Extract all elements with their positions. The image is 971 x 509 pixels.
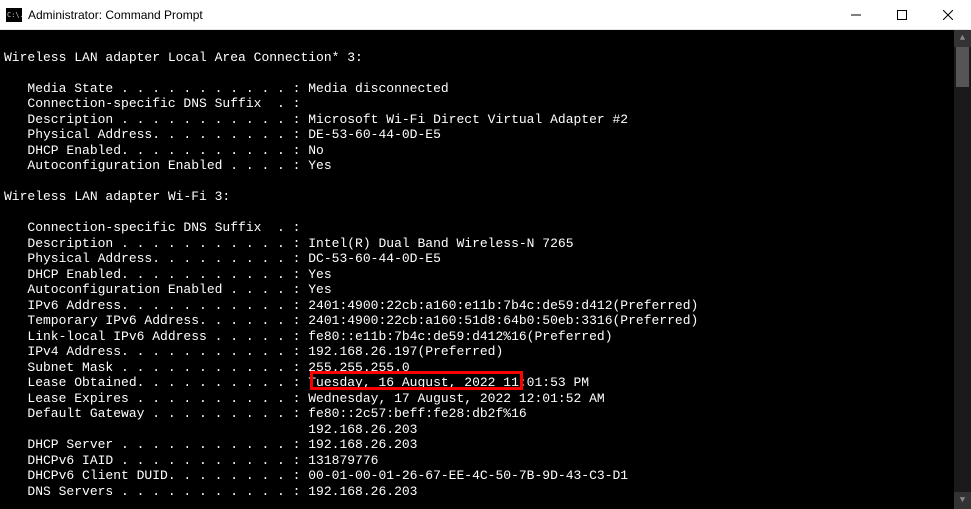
scrollbar-thumb[interactable] <box>956 47 969 87</box>
scroll-down-button[interactable]: ▼ <box>954 492 971 509</box>
vertical-scrollbar[interactable]: ▲ ▼ <box>954 30 971 509</box>
cmd-icon: C:\. <box>6 8 22 22</box>
window-controls <box>833 0 971 29</box>
close-button[interactable] <box>925 0 971 30</box>
console-output: Wireless LAN adapter Local Area Connecti… <box>0 30 971 499</box>
console-area[interactable]: Wireless LAN adapter Local Area Connecti… <box>0 30 971 509</box>
titlebar-left: C:\. Administrator: Command Prompt <box>0 8 203 22</box>
window-title: Administrator: Command Prompt <box>28 8 203 22</box>
titlebar: C:\. Administrator: Command Prompt <box>0 0 971 30</box>
scroll-up-button[interactable]: ▲ <box>954 30 971 47</box>
minimize-button[interactable] <box>833 0 879 30</box>
maximize-button[interactable] <box>879 0 925 30</box>
